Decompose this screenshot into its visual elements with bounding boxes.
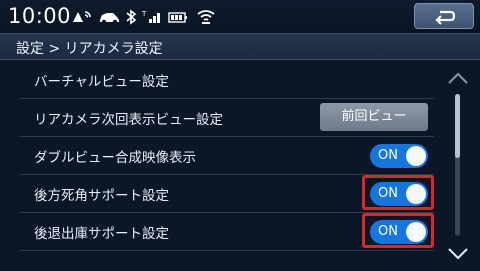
- list-item-double-view[interactable]: ダブルビュー合成映像表示 ON: [20, 136, 434, 175]
- gps-signal-icon: [73, 11, 91, 22]
- breadcrumb: 設定 > リアカメラ設定: [0, 33, 480, 60]
- toggle-knob: [406, 184, 426, 204]
- row-label: ダブルビュー合成映像表示: [34, 150, 196, 166]
- toggle-state-label: ON: [378, 186, 398, 201]
- row-label: 後退出庫サポート設定: [34, 226, 169, 242]
- settings-list: バーチャルビュー設定 リアカメラ次回表示ビュー設定 前回ビュー ダブルビュー合成…: [0, 60, 436, 271]
- wifi-icon: [197, 10, 215, 24]
- return-arrow-icon: [435, 10, 456, 25]
- svg-text:T: T: [142, 10, 147, 18]
- back-button[interactable]: [414, 3, 474, 29]
- reverse-exit-toggle[interactable]: ON: [370, 220, 428, 244]
- cell-signal-icon: T: [142, 10, 160, 23]
- toggle-knob: [406, 222, 426, 242]
- list-item-virtual-view[interactable]: バーチャルビュー設定: [20, 60, 434, 99]
- row-label: リアカメラ次回表示ビュー設定: [34, 112, 223, 128]
- battery-icon: [168, 12, 187, 23]
- toggle-state-label: ON: [378, 148, 398, 163]
- car-icon: [100, 13, 119, 25]
- list-item-rear-blind-spot[interactable]: 後方死角サポート設定 ON: [20, 174, 434, 213]
- clock: 10:00: [8, 4, 72, 28]
- rear-blind-spot-toggle[interactable]: ON: [370, 182, 428, 206]
- scrollbar[interactable]: [436, 60, 480, 271]
- chevron-up-icon[interactable]: [446, 70, 470, 86]
- chevron-down-icon[interactable]: [446, 246, 470, 262]
- scroll-thumb[interactable]: [455, 94, 460, 158]
- next-view-value-button[interactable]: 前回ビュー: [320, 103, 428, 131]
- bluetooth-icon: [126, 9, 137, 25]
- list-item-next-view[interactable]: リアカメラ次回表示ビュー設定 前回ビュー: [20, 98, 434, 137]
- toggle-state-label: ON: [378, 224, 398, 239]
- list-item-reverse-exit[interactable]: 後退出庫サポート設定 ON: [20, 212, 434, 251]
- breadcrumb-text: 設定 > リアカメラ設定: [16, 41, 163, 57]
- double-view-toggle[interactable]: ON: [370, 144, 428, 168]
- row-label: 後方死角サポート設定: [34, 188, 169, 204]
- toggle-knob: [406, 146, 426, 166]
- row-label: バーチャルビュー設定: [34, 74, 169, 90]
- status-bar: 10:00 T: [0, 0, 480, 33]
